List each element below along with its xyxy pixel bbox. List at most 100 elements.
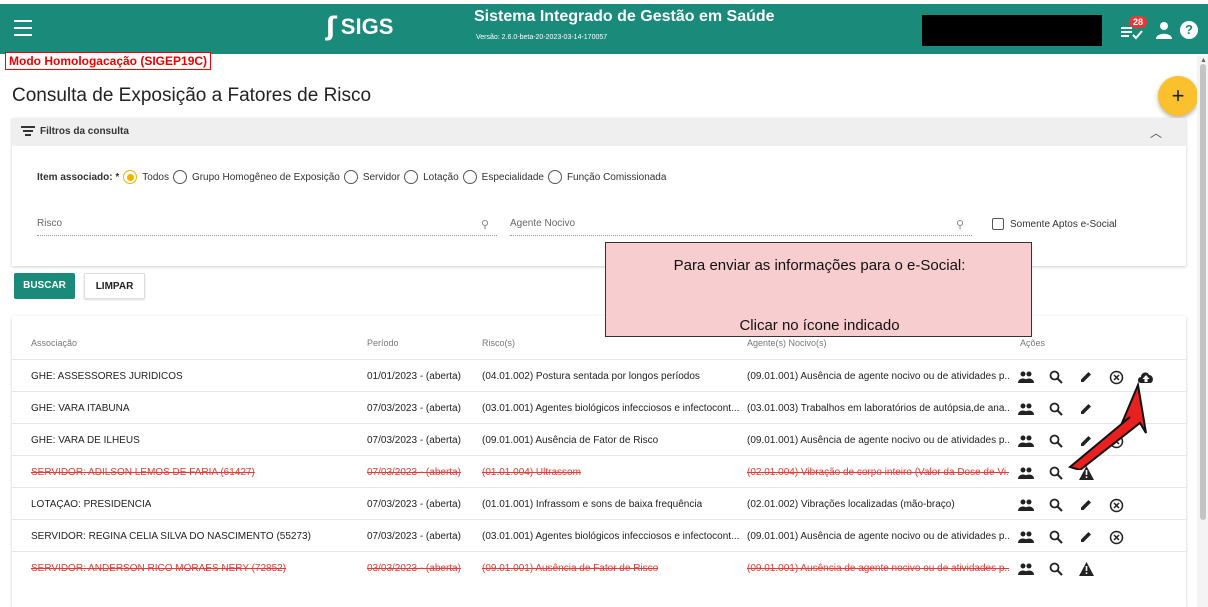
row-actions	[1014, 560, 1104, 578]
sigs-logo-mark: ʃ	[326, 12, 337, 42]
cell-agentes: (03.01.003) Trabalhos em laboratórios de…	[747, 403, 1009, 414]
search-icon[interactable]: ⚲	[956, 218, 964, 231]
filters-label: Filtros da consulta	[40, 126, 129, 137]
person-icon[interactable]	[1156, 21, 1172, 39]
environment-label: Modo Homologacação (SIGEP19C)	[5, 52, 212, 70]
cell-agentes: (02.01.004) Vibração de corpo inteiro (V…	[747, 467, 1009, 478]
radio-servidor[interactable]: Servidor	[343, 170, 400, 184]
table-row[interactable]: GHE: ASSESSORES JURÍDICOS 01/01/2023 - (a…	[12, 359, 1186, 391]
cell-periodo: 07/03/2023 - (aberta)	[367, 531, 461, 542]
item-associado-label: Item associado: *	[37, 171, 120, 183]
risco-field[interactable]: Risco ⚲	[37, 214, 497, 236]
help-icon[interactable]: ?	[1180, 21, 1198, 39]
table-row[interactable]: SERVIDOR: ADILSON LEMOS DE FARIA (61427)…	[12, 455, 1186, 487]
cell-riscos: (04.01.002) Postura sentada por longos p…	[482, 371, 700, 382]
cancel-icon[interactable]	[1104, 496, 1128, 514]
cell-agentes: (09.01.001) Ausência de agente nocivo ou…	[747, 563, 1009, 574]
hamburger-menu-icon[interactable]	[14, 20, 32, 36]
group-icon[interactable]	[1014, 400, 1038, 418]
item-associado-group: Item associado: * Todos Grupo Homogêneo …	[37, 170, 670, 184]
warning-icon[interactable]	[1074, 560, 1098, 578]
table-row[interactable]: LOTAÇÃO: PRESIDÊNCIA 07/03/2023 - (aberta…	[12, 487, 1186, 519]
search-icon[interactable]	[1044, 528, 1068, 546]
system-version: Versão: 2.6.0-beta-20-2023-03-14-170057	[476, 34, 608, 41]
checkbox-box[interactable]	[992, 218, 1004, 230]
table-row[interactable]: GHE: VARA DE ILHEUS 07/03/2023 - (aberta)…	[12, 423, 1186, 455]
group-icon[interactable]	[1014, 464, 1038, 482]
cell-periodo: 07/03/2023 - (aberta)	[367, 403, 461, 414]
cell-periodo: 07/03/2023 - (aberta)	[367, 499, 461, 510]
column-header-riscos: Risco(s)	[482, 338, 515, 348]
scroll-up-icon[interactable]: ▲	[1200, 57, 1207, 64]
filter-icon	[21, 126, 35, 136]
scrollbar-thumb[interactable]	[1200, 64, 1206, 520]
cell-periodo: 07/03/2023 - (aberta)	[367, 467, 461, 478]
cell-riscos: (01.01.004) Ultrassom	[482, 467, 581, 478]
cell-periodo: 01/01/2023 - (aberta)	[367, 371, 461, 382]
group-icon[interactable]	[1014, 432, 1038, 450]
cell-associacao: SERVIDOR: ANDERSON RICO MORAES NERY (728…	[31, 563, 287, 574]
chevron-up-icon[interactable]: ︿	[1150, 124, 1162, 141]
radio-especialidade[interactable]: Especialidade	[462, 170, 544, 184]
group-icon[interactable]	[1014, 496, 1038, 514]
cell-riscos: (03.01.001) Agentes biológicos infeccios…	[482, 531, 740, 542]
aptos-esocial-label: Somente Aptos e-Social	[1010, 218, 1117, 230]
radio-grupo-homogeneo[interactable]: Grupo Homogêneo de Exposição	[172, 170, 340, 184]
red-arrow-annotation	[1067, 381, 1147, 470]
table-row[interactable]: SERVIDOR: ANDERSON RICO MORAES NERY (728…	[12, 551, 1186, 583]
risco-placeholder: Risco	[37, 218, 63, 229]
callout-line-1: Para enviar as informações para o e-Soci…	[673, 257, 966, 274]
group-icon[interactable]	[1014, 560, 1038, 578]
cell-associacao: SERVIDOR: ADILSON LEMOS DE FARIA (61427)	[31, 467, 255, 478]
agente-nocivo-placeholder: Agente Nocivo	[510, 218, 576, 229]
radio-lotacao[interactable]: Lotação	[404, 170, 459, 184]
limpar-button[interactable]: LIMPAR	[84, 273, 145, 299]
page-title: Consulta de Exposição a Fatores de Risco	[12, 85, 372, 106]
column-header-periodo: Período	[367, 338, 399, 348]
cell-associacao: GHE: VARA ITABUNA	[31, 403, 130, 414]
column-header-associacao: Associação	[31, 338, 78, 348]
search-icon[interactable]	[1044, 560, 1068, 578]
sigs-logo-text: SIGS	[340, 14, 394, 39]
buscar-button[interactable]: BUSCAR	[14, 273, 75, 299]
add-fab-button[interactable]: +	[1158, 76, 1198, 116]
radio-todos[interactable]: Todos	[123, 170, 169, 184]
filters-header[interactable]: Filtros da consulta ︿	[12, 118, 1186, 146]
cell-riscos: (01.01.001) Infrassom e sons de baixa fr…	[482, 499, 703, 510]
cell-periodo: 07/03/2023 - (aberta)	[367, 435, 461, 446]
column-header-acoes: Ações	[1020, 338, 1046, 348]
search-icon[interactable]	[1044, 496, 1068, 514]
instruction-callout: Para enviar as informações para o e-Soci…	[605, 242, 1032, 337]
radio-funcao-comissionada[interactable]: Função Comissionada	[547, 170, 666, 184]
column-header-agentes: Agente(s) Nocivo(s)	[747, 338, 827, 348]
aptos-esocial-checkbox[interactable]: Somente Aptos e-Social	[992, 218, 1117, 230]
cell-agentes: (02.01.002) Vibrações localizadas (mão-b…	[747, 499, 955, 510]
group-icon[interactable]	[1014, 528, 1038, 546]
table-row[interactable]: SERVIDOR: REGINA CELIA SILVA DO NASCIMEN…	[12, 519, 1186, 551]
cell-agentes: (09.01.001) Ausência de agente nocivo ou…	[747, 531, 1009, 542]
agente-nocivo-field[interactable]: Agente Nocivo ⚲	[510, 214, 972, 236]
row-actions	[1014, 496, 1134, 514]
cell-associacao: LOTAÇÃO: PRESIDÊNCIA	[31, 499, 152, 510]
cancel-icon[interactable]	[1104, 528, 1128, 546]
cell-associacao: SERVIDOR: REGINA CELIA SILVA DO NASCIMEN…	[31, 531, 311, 542]
cell-riscos: (03.01.001) Agentes biológicos infeccios…	[482, 403, 740, 414]
callout-line-2: Clicar no ícone indicado	[739, 317, 900, 334]
search-icon[interactable]: ⚲	[481, 218, 489, 231]
cell-agentes: (09.01.001) Ausência de agente nocivo ou…	[747, 435, 1009, 446]
edit-icon[interactable]	[1074, 496, 1098, 514]
user-name-redacted	[922, 15, 1102, 46]
table-row[interactable]: GHE: VARA ITABUNA 07/03/2023 - (aberta) (0…	[12, 391, 1186, 423]
sigs-logo: ʃ SIGS	[326, 12, 393, 42]
group-icon[interactable]	[1014, 368, 1038, 386]
results-table: Associação Período Risco(s) Agente(s) No…	[12, 316, 1186, 607]
cell-riscos: (09.01.001) Ausência de Fator de Risco	[482, 435, 659, 446]
row-actions	[1014, 528, 1134, 546]
cell-periodo: 03/03/2023 - (aberta)	[367, 563, 461, 574]
top-app-bar: ʃ SIGS Sistema Integrado de Gestão em Sa…	[0, 4, 1208, 54]
system-title: Sistema Integrado de Gestão em Saúde	[474, 8, 775, 25]
cell-agentes: (09.01.001) Ausência de agente nocivo ou…	[747, 371, 1009, 382]
edit-icon[interactable]	[1074, 528, 1098, 546]
cell-associacao: GHE: VARA DE ILHEUS	[31, 435, 140, 446]
notifications-badge: 28	[1129, 16, 1148, 28]
